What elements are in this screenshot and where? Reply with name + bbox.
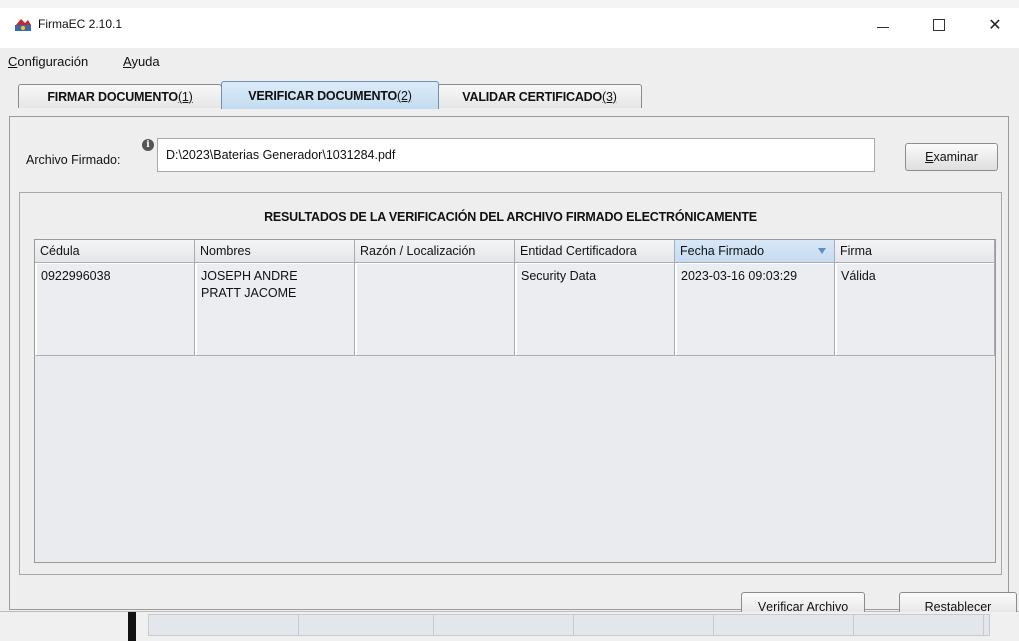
sort-descending-icon [818, 248, 826, 254]
close-icon: ✕ [988, 17, 1002, 34]
column-header-firma[interactable]: Firma [835, 240, 995, 263]
results-group: RESULTADOS DE LA VERIFICACIÓN DEL ARCHIV… [19, 192, 1002, 575]
menu-ayuda[interactable]: Ayuda [123, 54, 160, 69]
cell-cedula: 0922996038 [35, 263, 195, 356]
app-logo-icon [15, 19, 31, 31]
results-table: Cédula Nombres Razón / Localización Enti… [34, 239, 996, 563]
minimize-icon [877, 26, 889, 28]
tab-verificar-documento[interactable]: VERIFICAR DOCUMENTO (2) [221, 81, 439, 109]
maximize-icon [933, 19, 945, 31]
column-header-fecha[interactable]: Fecha Firmado [675, 240, 835, 263]
firmaec-window: FirmaEC 2.10.1 ✕ Configuración Ayuda FIR… [0, 8, 1019, 622]
menu-configuracion[interactable]: Configuración [8, 54, 88, 69]
tab-validar-certificado[interactable]: VALIDAR CERTIFICADO (3) [437, 84, 642, 108]
menu-bar: Configuración Ayuda [0, 48, 1019, 76]
examinar-button[interactable]: Examinar [905, 143, 998, 171]
results-title: RESULTADOS DE LA VERIFICACIÓN DEL ARCHIV… [264, 210, 757, 224]
window-title: FirmaEC 2.10.1 [38, 17, 123, 31]
minimize-button[interactable] [860, 8, 906, 42]
close-button[interactable]: ✕ [972, 8, 1018, 42]
archivo-firmado-label: Archivo Firmado: [26, 153, 121, 167]
info-icon[interactable]: i [142, 139, 154, 151]
cell-nombres: JOSEPH ANDRE PRATT JACOME [195, 263, 355, 356]
table-row[interactable]: 0922996038 JOSEPH ANDRE PRATT JACOME Sec… [35, 263, 995, 356]
cell-firma: Válida [835, 263, 995, 356]
archivo-firmado-input[interactable] [157, 138, 875, 172]
background-window [0, 612, 1019, 641]
column-header-nombres[interactable]: Nombres [195, 240, 355, 263]
cell-fecha: 2023-03-16 09:03:29 [675, 263, 835, 356]
background-table-header [148, 614, 990, 636]
title-bar: FirmaEC 2.10.1 ✕ [0, 8, 1019, 48]
table-header: Cédula Nombres Razón / Localización Enti… [35, 240, 995, 263]
cell-entidad: Security Data [515, 263, 675, 356]
background-divider [128, 612, 136, 641]
maximize-button[interactable] [916, 8, 962, 42]
background-window-strip [0, 0, 1019, 8]
verificar-panel: Archivo Firmado: i Examinar RESULTADOS D… [9, 116, 1017, 622]
column-header-razon[interactable]: Razón / Localización [355, 240, 515, 263]
column-header-entidad[interactable]: Entidad Certificadora [515, 240, 675, 263]
tab-firmar-documento[interactable]: FIRMAR DOCUMENTO (1) [18, 84, 222, 108]
cell-razon [355, 263, 515, 356]
column-header-cedula[interactable]: Cédula [35, 240, 195, 263]
